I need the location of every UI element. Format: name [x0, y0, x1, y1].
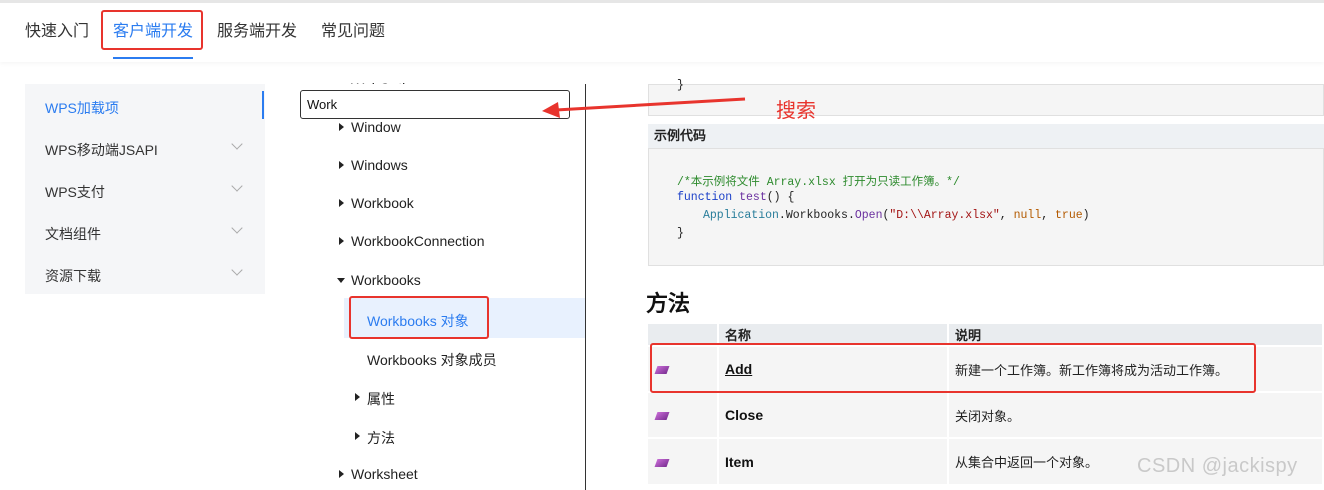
- watermark: CSDN @jackispy: [1137, 455, 1298, 477]
- annotation-label: 搜索: [776, 100, 816, 122]
- annotation-arrow: [542, 97, 746, 118]
